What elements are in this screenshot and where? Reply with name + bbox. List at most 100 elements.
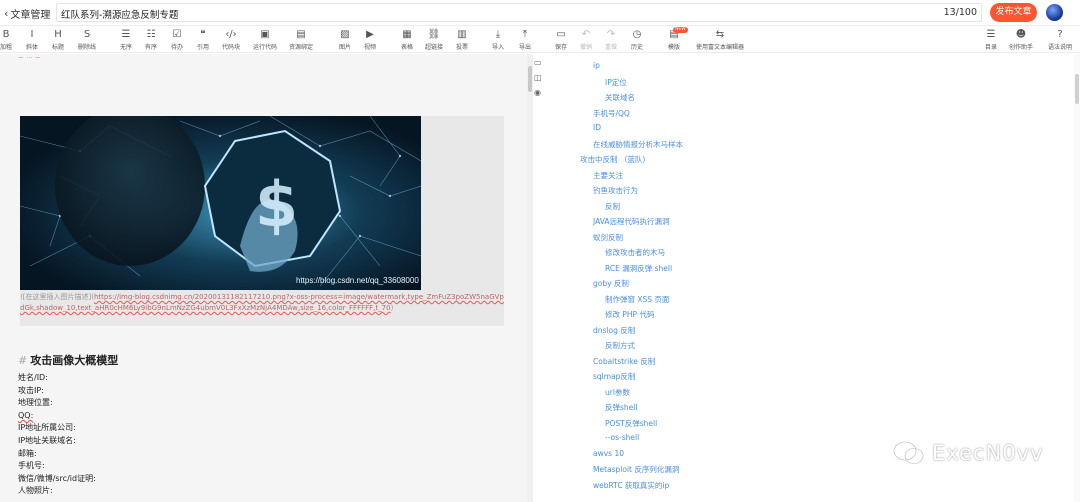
profile-field-line: 攻击IP: (18, 385, 96, 398)
toc-link[interactable]: dnslog 反制 (593, 325, 635, 336)
toc-link[interactable]: --os-shell (605, 433, 639, 442)
hacker-image-graphic: $ (20, 116, 421, 290)
editor-scrollbar-thumb[interactable] (528, 66, 532, 92)
toolbar-switch-editor-button[interactable]: ⇆ 使用富文本编辑器 (696, 29, 744, 51)
toolbar-label: 语法说明 (1047, 44, 1072, 51)
markdown-editor[interactable]: ~ ··· ~ $ https://blog.csdn.net/qq_33608… (0, 54, 527, 502)
toolbar-heading-button[interactable]: H 标题 (43, 29, 73, 51)
columns-view-icon[interactable]: ◫ (534, 73, 542, 82)
toc-link[interactable]: Metasploit 反序列化漏洞 (593, 464, 679, 475)
watermark-text: ExecN0vv (932, 441, 1044, 465)
toc-link[interactable]: 反制方式 (605, 340, 635, 351)
toc-link[interactable]: 蚁剑反制 (593, 232, 623, 243)
profile-field-text: 姓名/ID: (18, 373, 48, 382)
toolbar-label: 历史 (630, 44, 643, 51)
image-block: $ https://blog.csdn.net/qq_33608000 ![在这… (20, 116, 504, 326)
avatar[interactable] (1046, 4, 1063, 21)
article-title-input[interactable]: 红队系列-溯源应急反制专题 13/100 (56, 3, 982, 22)
toc-link[interactable]: JAVA远程代码执行漏洞 (593, 216, 670, 227)
toolbar-export-button[interactable]: ⤒ 导出 (510, 29, 540, 51)
toolbar-code-block-button[interactable]: ‹/› 代码块 (216, 29, 246, 51)
toolbar-video-button[interactable]: ▶ 视频 (355, 29, 385, 51)
toc-link[interactable]: 修改攻击者的木马 (605, 247, 665, 258)
profile-field-text: IP地址所属公司: (18, 423, 76, 433)
toolbar-label: 重做 (604, 44, 617, 51)
toc-link[interactable]: 手机号/QQ (593, 108, 630, 119)
toc-link[interactable]: 制作弹窗 XSS 页面 (605, 294, 669, 305)
toolbar-toc-button[interactable]: ☰ 目录 (976, 29, 1006, 51)
toolbar-label: 加粗 (0, 44, 12, 51)
toc-link[interactable]: goby 反制 (593, 278, 629, 289)
toolbar-import-button[interactable]: ⤓ 导入 (483, 29, 513, 51)
article-title-value[interactable]: 红队系列-溯源应急反制专题 (61, 7, 178, 21)
profile-field-text: 手机号: (18, 461, 45, 471)
toc-link[interactable]: 在线威胁情报分析木马样本 (593, 139, 683, 150)
link-icon: ⛓ (427, 29, 441, 40)
toolbar-link-button[interactable]: ⛓ 超链接 (419, 29, 449, 51)
toolbar-label: 使用富文本编辑器 (696, 44, 745, 51)
toc-link[interactable]: 钓鱼攻击行为 (593, 185, 638, 196)
export-icon: ⤒ (522, 29, 528, 40)
quote-icon: ❝ (200, 29, 206, 40)
editor-toolbar: B 加粗 I 斜体 H 标题 S 删除线 ☰ 无序 ☷ 有序 ☑ 待办 ❝ 引用 ‹/› 代码块 ▣ 运行代码 ▤ 资源绑… (0, 27, 1080, 53)
video-icon: ▶ (366, 29, 374, 40)
toolbar-quote-button[interactable]: ❝ 引用 (188, 29, 218, 51)
toolbar-label: 表格 (400, 44, 413, 51)
preview-scrollbar-thumb[interactable] (1075, 74, 1079, 104)
toc-link[interactable]: 关联域名 (605, 92, 635, 103)
profile-field-line: 手机号: (18, 460, 96, 473)
toc-link[interactable]: POST反弹shell (605, 418, 657, 429)
view-mode-icons: ▭ ◫ ◉ (534, 58, 542, 97)
toc-link[interactable]: IP定位 (605, 77, 627, 88)
toolbar-run-code-button[interactable]: ▣ 运行代码 (250, 29, 280, 51)
toc-link[interactable]: 攻击中反制 （蓝队) (580, 154, 645, 165)
split-view-icon[interactable]: ▭ (534, 58, 542, 67)
toc-link[interactable]: 反弹shell (605, 402, 637, 413)
publish-button[interactable]: 发布文章 (990, 3, 1037, 22)
heading-icon: H (54, 29, 62, 40)
toolbar-vote-button[interactable]: ▥ 投票 (447, 29, 477, 51)
toc-link[interactable]: awvs 10 (593, 449, 624, 458)
toc-link[interactable]: RCE 漏洞反弹 shell (605, 263, 672, 274)
toc-link[interactable]: Cobaltstrike 反制 (593, 356, 655, 367)
toolbar-strikethrough-button[interactable]: S 删除线 (72, 29, 102, 51)
toolbar-label: 无序 (119, 44, 132, 51)
top-bar: ‹ 文章管理 红队系列-溯源应急反制专题 13/100 发布文章 (0, 0, 1080, 26)
image-markdown-caption[interactable]: ![在这里插入图片描述](https://img-blog.csdnimg.cn… (20, 292, 504, 314)
preview-eye-icon[interactable]: ◉ (534, 88, 542, 97)
preview-scrollbar[interactable] (1074, 54, 1080, 502)
profile-field-line: 姓名/ID: (18, 372, 96, 385)
toolbar-template-button[interactable]: ▤ 模版 NEW (659, 27, 689, 51)
wechat-logo-icon (893, 441, 924, 465)
toc-link[interactable]: ID (593, 123, 601, 132)
profile-field-text: 人物照片: (18, 486, 53, 496)
toc-link[interactable]: 主要关注 (593, 170, 623, 181)
image-watermark: https://blog.csdn.net/qq_33608000 (296, 276, 419, 285)
profile-field-line: IP地址所属公司: (18, 422, 96, 435)
table-icon: ▦ (402, 29, 412, 40)
toolbar-history-button[interactable]: ◷ 历史 (622, 29, 652, 51)
toc-link[interactable]: sqlmap反制 (593, 371, 635, 382)
toolbar-assistant-button[interactable]: ☻ 创作助手 (1006, 29, 1036, 51)
toolbar-help-button[interactable]: ? 语法说明 (1045, 29, 1075, 51)
profile-field-line: 人物照片: (18, 485, 96, 498)
toolbar-table-button[interactable]: ▦ 表格 (392, 29, 422, 51)
toc-link[interactable]: url参数 (605, 387, 630, 398)
toolbar-resource-button[interactable]: ▤ 资源绑定 (286, 29, 316, 51)
back-to-article-management[interactable]: ‹ 文章管理 (4, 6, 50, 21)
toolbar-label: 投票 (455, 44, 468, 51)
toc-link[interactable]: ip (593, 61, 600, 70)
toolbar-label: 导出 (518, 44, 531, 51)
assistant-icon: ☻ (1015, 29, 1027, 40)
toolbar-label: 代码块 (221, 44, 240, 51)
editor-scrollbar[interactable] (527, 54, 533, 502)
vote-icon: ▥ (457, 29, 467, 40)
toc-link[interactable]: 修改 PHP 代码 (605, 309, 654, 320)
profile-field-text: IP地址关联域名: (18, 435, 76, 445)
unordered-list-icon: ☰ (121, 29, 131, 40)
save-icon: ▭ (556, 29, 566, 40)
run-code-icon: ▣ (260, 29, 270, 40)
toc-link[interactable]: 反制 (605, 201, 620, 212)
italic-icon: I (30, 29, 34, 40)
toc-link[interactable]: webRTC 获取真实的ip (593, 480, 669, 491)
